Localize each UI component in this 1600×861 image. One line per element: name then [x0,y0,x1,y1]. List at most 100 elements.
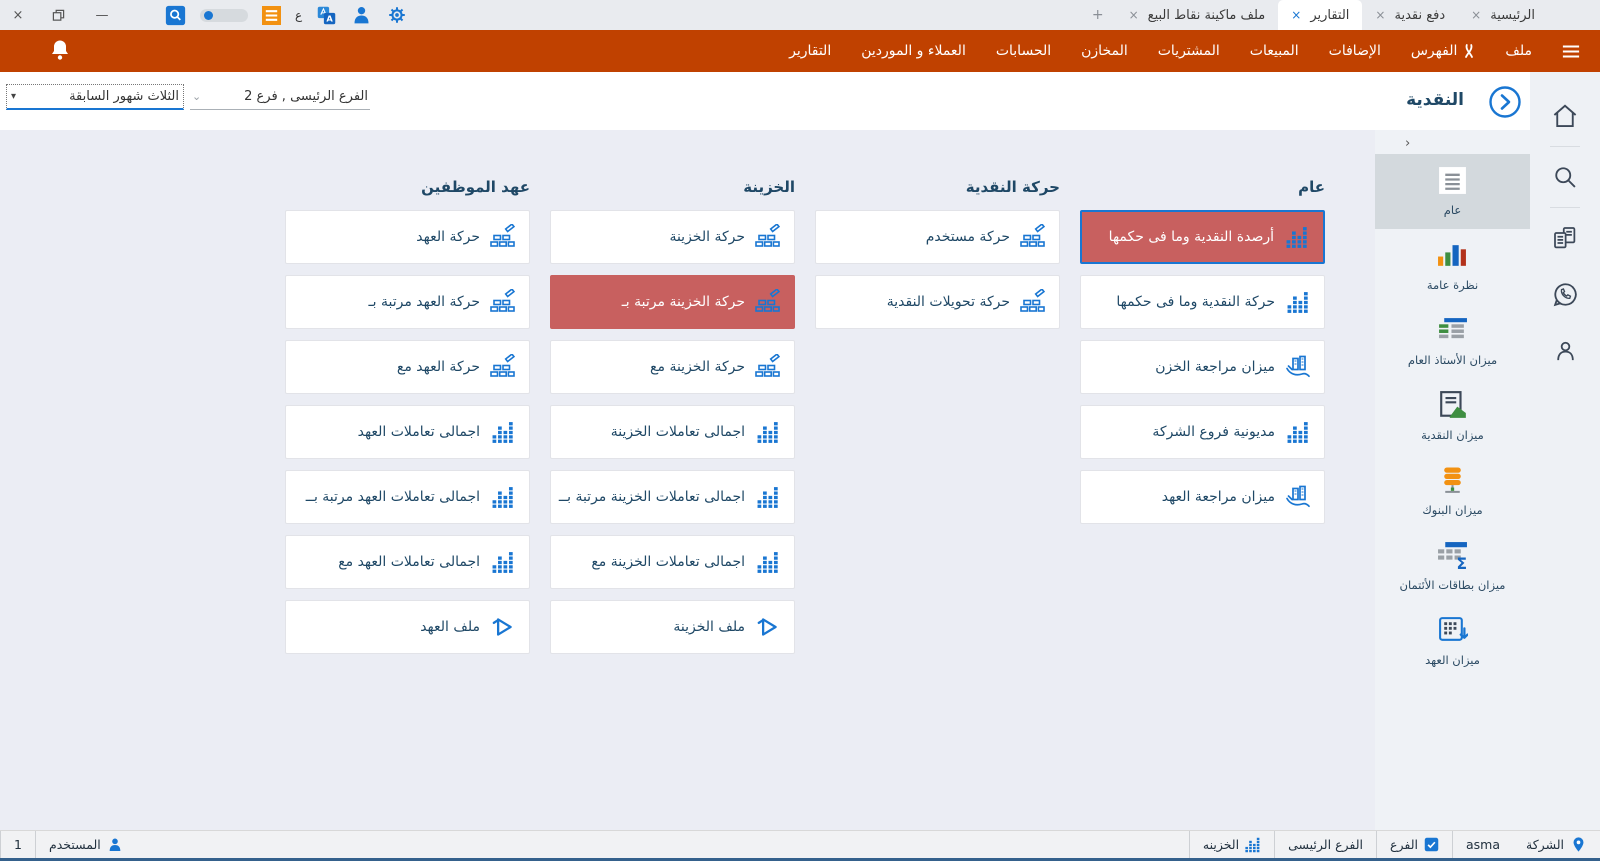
bars-icon [489,421,517,444]
menu-item-5[interactable]: المشتريات [1158,43,1220,59]
report-card-label: حركة العهد مع [396,359,480,375]
column-header: عام [1298,178,1325,196]
status-item-label: الفرع [1390,837,1418,852]
status-item-label: الفرع الرئيسى [1288,837,1364,852]
report-card[interactable]: مديونية فروع الشركة [1080,405,1325,459]
tab-2[interactable]: دفع نقدية × [1362,0,1458,30]
report-card[interactable]: أرصدة النقدية وما فى حكمها [1080,210,1325,264]
user-icon[interactable] [351,5,372,26]
report-card-label: حركة العهد [416,229,480,245]
collapse-sidebar-icon[interactable]: › [1405,136,1410,151]
tab-1[interactable]: الرئيسية × [1458,0,1548,30]
profile-icon[interactable] [1548,333,1582,367]
sidebar-item-4[interactable]: ميزان النقدية [1375,379,1530,454]
report-card-label: اجمالى تعاملات الخزينة مرتبة بــ [558,489,745,505]
menu-item-8[interactable]: العملاء و الموردين [861,43,966,59]
copy-documents-icon[interactable] [1548,221,1582,255]
report-card[interactable]: حركة العهد مرتبة بـ [285,275,530,329]
sidebar-item-2[interactable]: نظرة عامة [1375,229,1530,304]
tab-close-icon[interactable]: × [1129,8,1139,22]
menu-item-label: ملف [1505,43,1532,59]
right-icon-rail [1530,72,1600,830]
tab-3[interactable]: التقارير × [1278,0,1363,30]
status-item-2[interactable]: asma [1452,831,1513,858]
tab-close-icon[interactable]: × [1471,8,1481,22]
toggle-switch[interactable] [200,8,248,22]
report-card[interactable]: حركة مستخدم [815,210,1060,264]
report-card[interactable]: اجمالى تعاملات العهد [285,405,530,459]
report-card[interactable]: ميزان مراجعة الخزن [1080,340,1325,394]
sidebar-item-1[interactable]: عام [1375,154,1530,229]
menu-item-2[interactable]: الفهرس [1411,43,1476,59]
home-icon[interactable] [1548,99,1582,133]
period-filter-value: الثلاث شهور السابقة [69,89,179,104]
column-header: حركة النقدية [965,178,1060,196]
report-card[interactable]: حركة الخزينة مع [550,340,795,394]
tab-4[interactable]: ملف ماكينة نقاط البيع × [1116,0,1279,30]
status-item-3[interactable]: الفرع [1376,831,1452,858]
status-item-1[interactable]: الشركة [1513,831,1600,858]
search-icon[interactable] [1548,160,1582,194]
hamburger-menu-icon[interactable] [1562,44,1580,59]
bars-icon [754,551,782,574]
report-card[interactable]: حركة العهد [285,210,530,264]
close-window-icon[interactable]: × [10,8,26,23]
menu-items: ملف الفهرس الإضافات المبيعات المشتريات المخاز… [789,43,1600,59]
new-tab-button[interactable]: + [1080,0,1116,30]
report-card[interactable]: حركة الخزينة مرتبة بـ [550,275,795,329]
report-card[interactable]: ملف العهد [285,600,530,654]
menu-item-1[interactable]: ملف [1505,43,1532,59]
bricks-icon [754,289,782,315]
menu-item-4[interactable]: المبيعات [1250,43,1299,59]
report-card-label: اجمالى تعاملات العهد [357,424,480,440]
report-card[interactable]: حركة النقدية وما فى حكمها [1080,275,1325,329]
branch-filter-dropdown[interactable]: الفرع الرئيسى , فرع 2 ⌄ [190,84,370,110]
tab-label: دفع نقدية [1394,7,1446,23]
report-card[interactable]: اجمالى تعاملات الخزينة مرتبة بــ [550,470,795,524]
period-filter-dropdown[interactable]: الثلاث شهور السابقة ▾ [6,84,184,110]
list-icon[interactable] [262,5,281,25]
status-user-item-2[interactable]: 1 [0,831,35,858]
report-card[interactable]: اجمالى تعاملات الخزينة [550,405,795,459]
restore-window-icon[interactable] [52,9,68,22]
menu-item-label: التقارير [789,43,832,59]
report-card[interactable]: ملف الخزينة [550,600,795,654]
review-icon [1284,355,1312,380]
minimize-window-icon[interactable]: — [94,8,110,23]
report-card[interactable]: حركة الخزينة [550,210,795,264]
report-card[interactable]: اجمالى تعاملات العهد مع [285,535,530,589]
sidebar-item-label: ميزان النقدية [1421,428,1484,442]
main-content: عام أرصدة النقدية وما فى حكمها حركة النقدي… [0,130,1375,830]
report-card[interactable]: اجمالى تعاملات الخزينة مع [550,535,795,589]
menu-item-3[interactable]: الإضافات [1329,43,1381,59]
sidebar-item-5[interactable]: ميزان البنوك [1375,454,1530,529]
report-card[interactable]: ميزان مراجعة العهد [1080,470,1325,524]
search-box-icon[interactable] [165,5,186,26]
report-card[interactable]: حركة العهد مع [285,340,530,394]
language-letter[interactable]: ع [295,8,302,22]
menu-item-6[interactable]: المخازن [1081,43,1128,59]
forward-circle-icon[interactable] [1488,85,1522,119]
tab-close-icon[interactable]: × [1375,8,1385,22]
status-item-4[interactable]: الفرع الرئيسى [1274,831,1376,858]
window-titlebar: × — ع A الرئيسية × دفع نقدية × التقارير × ملف … [0,0,1600,30]
svg-text:A: A [327,13,334,23]
svg-text:Σ: Σ [1457,554,1468,569]
report-card-label: مديونية فروع الشركة [1152,424,1275,440]
status-item-5[interactable]: الخزينه [1188,831,1274,858]
dropdown-arrow-icon: ▾ [11,91,17,102]
sidebar-item-7[interactable]: ميزان العهد [1375,604,1530,679]
sidebar-item-6[interactable]: Σ ميزان بطاقات الأئتمان [1375,529,1530,604]
report-card[interactable]: اجمالى تعاملات العهد مرتبة بــ [285,470,530,524]
notifications-bell-icon[interactable] [48,38,72,62]
report-card[interactable]: حركة تحويلات النقدية [815,275,1060,329]
tab-close-icon[interactable]: × [1291,8,1301,22]
whatsapp-icon[interactable] [1548,277,1582,311]
menu-item-label: المبيعات [1249,43,1299,59]
translate-icon[interactable]: A [316,5,337,26]
menu-item-9[interactable]: التقارير [789,43,831,59]
sidebar-item-3[interactable]: ميزان الأستاذ العام [1375,304,1530,379]
menu-item-7[interactable]: الحسابات [996,43,1051,59]
status-user-item-1[interactable]: المستخدم [34,831,136,858]
settings-gear-icon[interactable] [386,4,408,26]
